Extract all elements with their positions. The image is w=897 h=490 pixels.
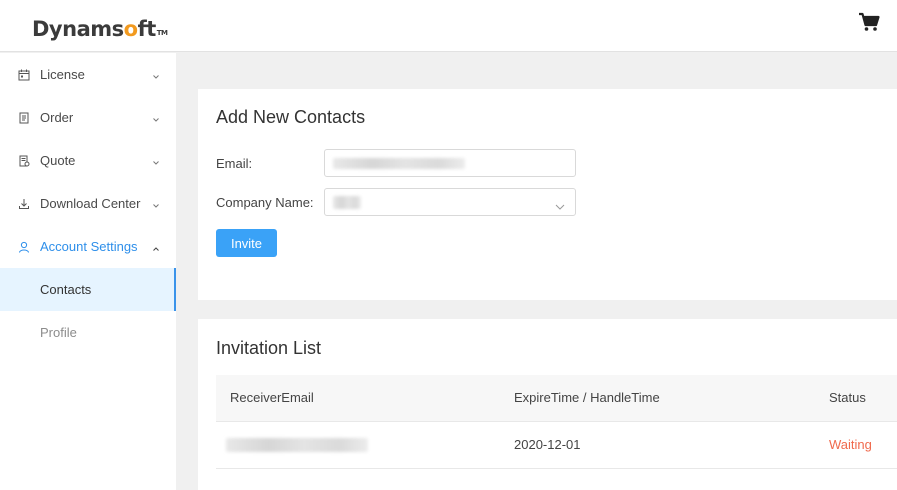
table-row: 2020-12-01 Waiting: [216, 422, 897, 469]
invite-button[interactable]: Invite: [216, 229, 277, 257]
user-icon: [18, 241, 30, 253]
column-header-receiver-email[interactable]: ReceiverEmail: [230, 390, 314, 405]
sidebar-item-order[interactable]: Order: [0, 96, 176, 139]
license-icon: [18, 69, 30, 81]
sidebar-item-label: Account Settings: [40, 239, 138, 254]
company-name-select[interactable]: [324, 188, 576, 216]
status-badge: Waiting: [829, 437, 872, 452]
invitation-list-title: Invitation List: [216, 338, 322, 358]
redacted-email-value: [333, 158, 465, 169]
sidebar-subitem-profile[interactable]: Profile: [0, 311, 176, 354]
column-header-status[interactable]: Status: [829, 390, 866, 405]
sidebar: License Order Quote Download Center Acco…: [0, 53, 176, 490]
shopping-cart-icon[interactable]: [858, 12, 880, 32]
sidebar-item-quote[interactable]: Quote: [0, 139, 176, 182]
logo-tm: TM: [156, 29, 168, 37]
chevron-up-icon: [152, 241, 160, 251]
sidebar-item-label: Download Center: [40, 196, 141, 211]
download-icon: [18, 198, 30, 210]
add-contacts-card: Add New Contacts Email: Company Name: In…: [198, 89, 897, 300]
company-name-label: Company Name:: [216, 195, 314, 210]
invitation-table: ReceiverEmail ExpireTime / HandleTime St…: [216, 375, 897, 469]
sidebar-subitem-label: Profile: [40, 325, 77, 340]
redacted-company-value: [333, 196, 361, 209]
chevron-down-icon: [152, 198, 160, 208]
email-field[interactable]: [324, 149, 576, 177]
logo-accent: o: [123, 17, 138, 41]
email-label: Email:: [216, 156, 253, 171]
chevron-down-icon: [152, 112, 160, 122]
redacted-receiver-email: [226, 438, 368, 452]
top-header: Dynams o ft TM: [0, 0, 897, 52]
sidebar-item-label: License: [40, 67, 85, 82]
logo-prefix: Dynams: [32, 17, 124, 41]
sidebar-item-account-settings[interactable]: Account Settings: [0, 225, 176, 268]
chevron-down-icon: [152, 155, 160, 165]
sidebar-item-label: Order: [40, 110, 74, 125]
dynamsoft-logo[interactable]: Dynams o ft TM: [32, 13, 168, 41]
sidebar-item-label: Quote: [40, 153, 76, 168]
sidebar-item-license[interactable]: License: [0, 53, 176, 96]
order-icon: [18, 112, 30, 124]
sidebar-item-download-center[interactable]: Download Center: [0, 182, 176, 225]
column-header-time[interactable]: ExpireTime / HandleTime: [514, 390, 660, 405]
sidebar-subitem-contacts[interactable]: Contacts: [0, 268, 176, 311]
sidebar-subitem-label: Contacts: [40, 282, 92, 297]
chevron-down-icon: [152, 69, 160, 79]
chevron-down-icon: [555, 198, 565, 210]
logo-suffix: ft: [137, 17, 157, 41]
invitation-list-card: Invitation List ReceiverEmail ExpireTime…: [198, 319, 897, 490]
quote-icon: [18, 155, 30, 167]
row-time: 2020-12-01: [514, 437, 581, 452]
table-header: ReceiverEmail ExpireTime / HandleTime St…: [216, 375, 897, 422]
add-contacts-title: Add New Contacts: [216, 107, 366, 127]
